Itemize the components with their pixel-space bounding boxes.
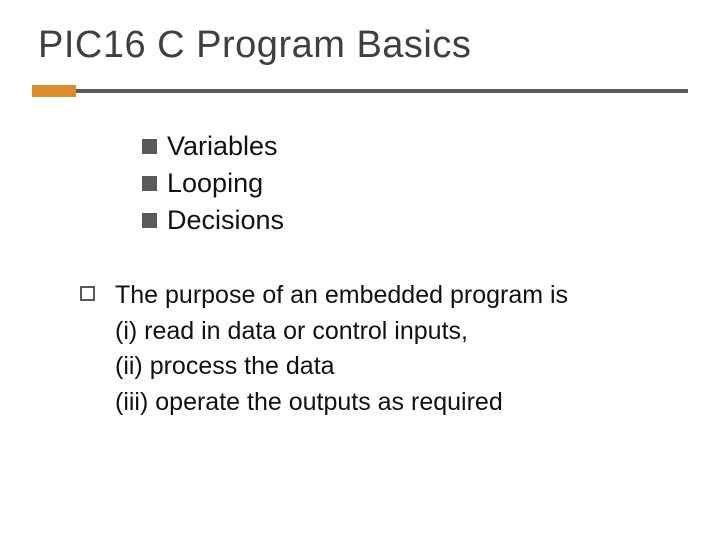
list-item: Decisions: [142, 205, 688, 236]
para-line: The purpose of an embedded program is: [115, 278, 568, 314]
list-item: Looping: [142, 168, 688, 199]
hollow-square-bullet-icon: [80, 286, 95, 301]
bullet-list: Variables Looping Decisions: [142, 131, 688, 236]
list-item: Variables: [142, 131, 688, 162]
rule-accent: [32, 85, 76, 97]
paragraph-lines: The purpose of an embedded program is (i…: [115, 278, 568, 420]
slide-title: PIC16 C Program Basics: [38, 24, 688, 67]
square-bullet-icon: [142, 139, 157, 154]
bullet-label: Looping: [167, 168, 263, 199]
slide: PIC16 C Program Basics Variables Looping…: [0, 0, 720, 540]
square-bullet-icon: [142, 213, 157, 228]
paragraph-block: The purpose of an embedded program is (i…: [80, 278, 688, 420]
bullet-label: Variables: [167, 131, 278, 162]
para-line: (ii) process the data: [115, 349, 568, 385]
square-bullet-icon: [142, 176, 157, 191]
title-rule: [32, 85, 688, 97]
para-line: (iii) operate the outputs as required: [115, 385, 568, 421]
para-line: (i) read in data or control inputs,: [115, 314, 568, 350]
bullet-label: Decisions: [167, 205, 284, 236]
rule-line: [76, 89, 688, 93]
